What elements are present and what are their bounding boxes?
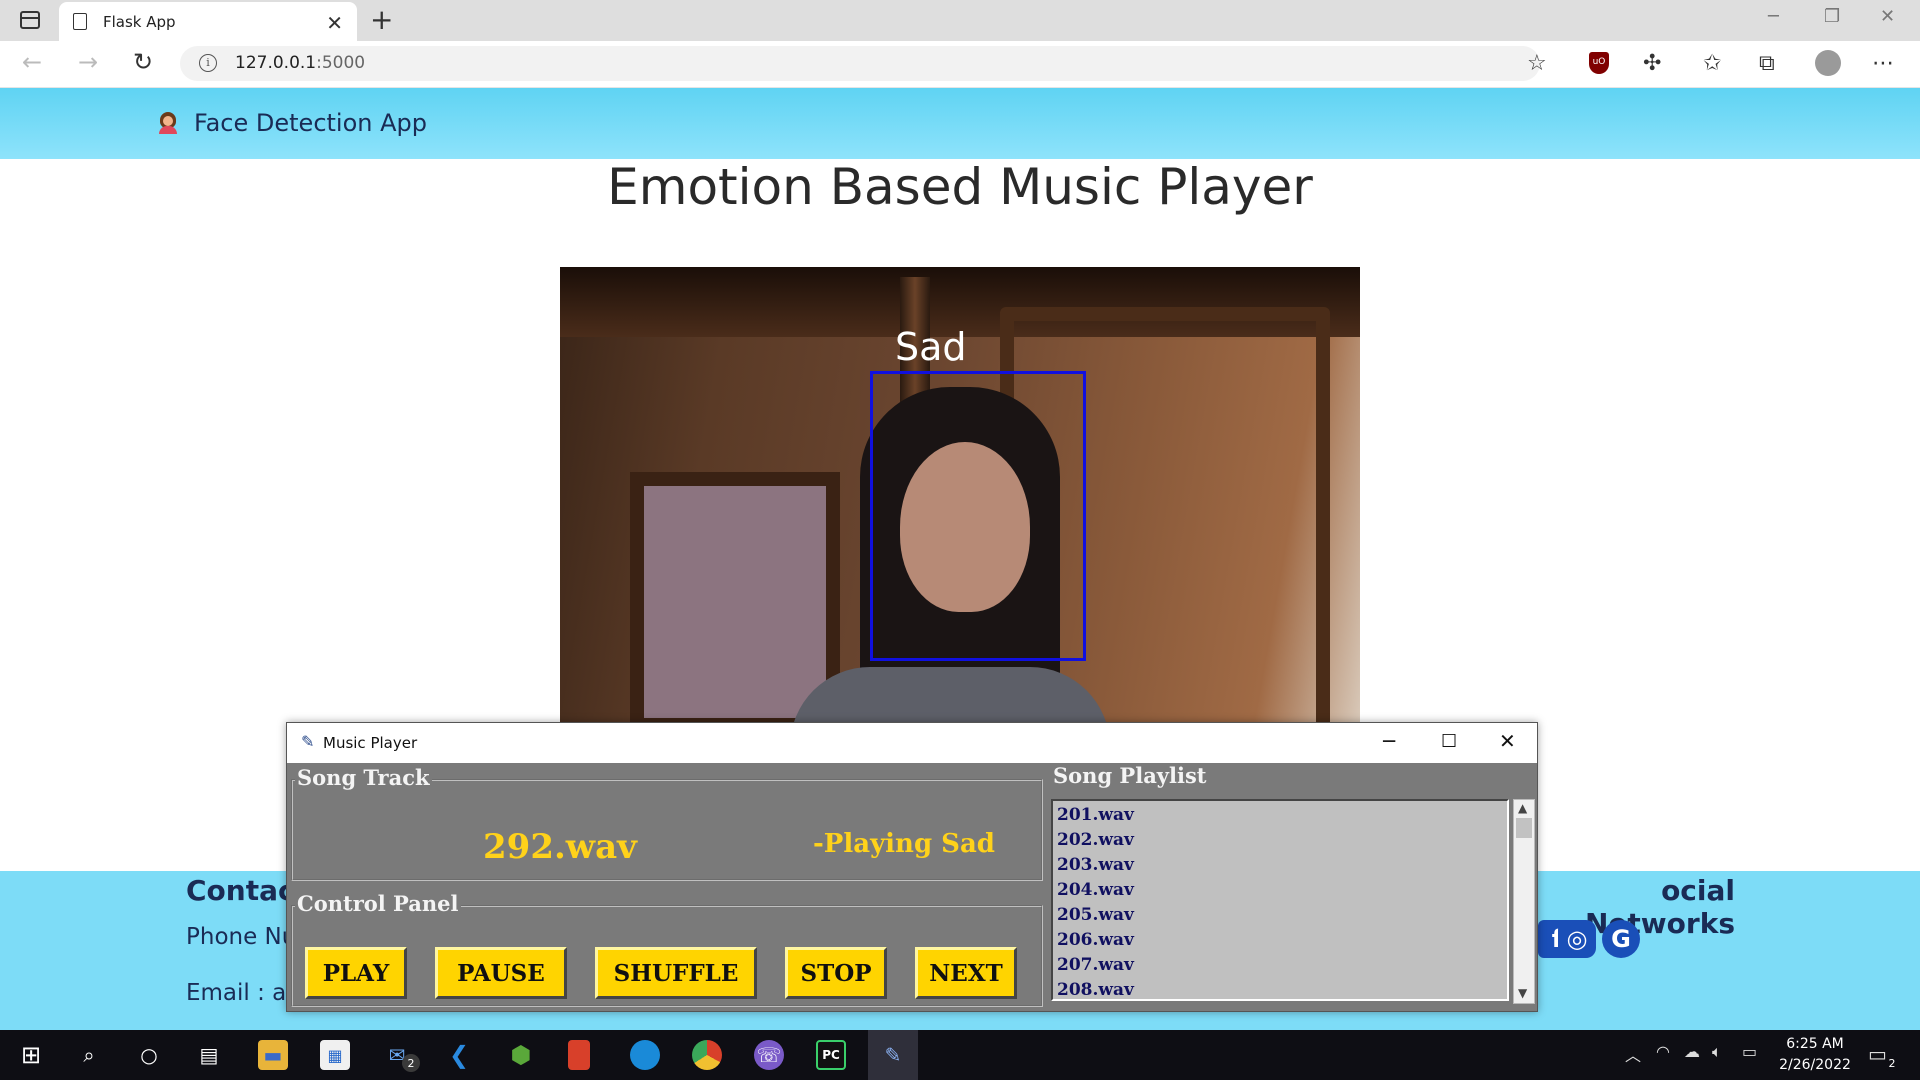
viber-icon[interactable]: ☏ bbox=[754, 1040, 784, 1070]
next-button[interactable]: NEXT bbox=[915, 947, 1017, 999]
playlist-item[interactable]: 208.wav bbox=[1057, 980, 1134, 1000]
tk-feather-icon: ✎ bbox=[301, 732, 315, 751]
woman-icon bbox=[158, 112, 178, 134]
brand-title: Face Detection App bbox=[194, 109, 428, 137]
battery-icon[interactable]: ▭ bbox=[1742, 1042, 1757, 1061]
mail-badge: 2 bbox=[402, 1054, 420, 1072]
pycharm-icon[interactable]: PC bbox=[816, 1040, 846, 1070]
profile-icon[interactable] bbox=[1815, 50, 1841, 76]
playlist-listbox[interactable]: 201.wav 202.wav 203.wav 204.wav 205.wav … bbox=[1051, 799, 1509, 1001]
extensions-icon[interactable]: ✣ bbox=[1643, 51, 1661, 76]
forward-icon[interactable]: → bbox=[78, 48, 98, 76]
navbar-brand[interactable]: Face Detection App bbox=[158, 109, 427, 137]
window-title: Music Player bbox=[323, 734, 418, 752]
close-icon[interactable]: ✕ bbox=[1499, 729, 1516, 753]
tab-flask-app[interactable]: Flask App ✕ bbox=[59, 2, 357, 41]
playlist-item[interactable]: 206.wav bbox=[1057, 930, 1134, 950]
playlist-item[interactable]: 204.wav bbox=[1057, 880, 1134, 900]
person-body bbox=[790, 667, 1110, 722]
playlist-scrollbar[interactable]: ▲ ▼ bbox=[1513, 799, 1535, 1004]
music-player-window: ✎ Music Player ─ ☐ ✕ Song Track 292.wav … bbox=[286, 722, 1538, 1012]
start-icon[interactable]: ⊞ bbox=[16, 1040, 46, 1070]
playlist-item[interactable]: 205.wav bbox=[1057, 905, 1134, 925]
song-track-frame: Song Track 292.wav -Playing Sad bbox=[291, 765, 1043, 881]
scroll-down-icon[interactable]: ▼ bbox=[1518, 986, 1527, 1000]
phone-text: Phone Nu bbox=[186, 924, 297, 950]
more-icon[interactable]: ⋯ bbox=[1872, 51, 1894, 76]
music-player-titlebar: ✎ Music Player ─ ☐ ✕ bbox=[287, 723, 1537, 763]
song-track-label: Song Track bbox=[295, 765, 432, 790]
clock-time: 6:25 AM bbox=[1786, 1036, 1844, 1052]
office-icon[interactable] bbox=[568, 1040, 590, 1070]
minimize-icon[interactable]: ─ bbox=[1383, 729, 1395, 753]
playlist-item[interactable]: 202.wav bbox=[1057, 830, 1134, 850]
vscode-icon[interactable]: ❮ bbox=[444, 1040, 474, 1070]
refresh-icon[interactable]: ↻ bbox=[133, 48, 153, 76]
favorites-icon[interactable]: ✩ bbox=[1703, 51, 1721, 76]
playlist-item[interactable]: 207.wav bbox=[1057, 955, 1134, 975]
clock-date: 2/26/2022 bbox=[1779, 1057, 1851, 1073]
python-tk-icon[interactable]: ✎ bbox=[878, 1040, 908, 1070]
url-text[interactable]: 127.0.0.1:5000 bbox=[235, 53, 365, 73]
file-explorer-icon[interactable]: ▬ bbox=[258, 1040, 288, 1070]
close-window-icon[interactable]: ✕ bbox=[1880, 6, 1895, 27]
cortana-icon[interactable]: ○ bbox=[134, 1040, 164, 1070]
tab-title: Flask App bbox=[103, 12, 176, 31]
add-favorite-icon[interactable]: ☆ bbox=[1527, 51, 1547, 76]
search-icon[interactable]: ⌕ bbox=[74, 1040, 104, 1070]
back-icon[interactable]: ← bbox=[22, 48, 42, 76]
stop-button[interactable]: STOP bbox=[785, 947, 887, 999]
current-track: 292.wav bbox=[483, 827, 637, 867]
webcam-feed: Sad bbox=[560, 267, 1360, 722]
scroll-up-icon[interactable]: ▲ bbox=[1518, 801, 1527, 815]
minimize-icon[interactable]: ─ bbox=[1768, 6, 1779, 27]
edge-icon[interactable] bbox=[630, 1040, 660, 1070]
sidebar-icon[interactable] bbox=[20, 11, 40, 29]
google-icon[interactable]: G bbox=[1602, 920, 1640, 958]
chrome-icon[interactable] bbox=[692, 1040, 722, 1070]
task-view-icon[interactable]: ▤ bbox=[194, 1040, 224, 1070]
email-text: Email : as bbox=[186, 980, 299, 1006]
network-icon[interactable]: ◠ bbox=[1656, 1042, 1670, 1061]
ublock-icon[interactable]: uO bbox=[1589, 52, 1609, 74]
store-icon[interactable]: ▦ bbox=[320, 1040, 350, 1070]
control-panel-frame: Control Panel PLAY PAUSE SHUFFLE STOP NE… bbox=[291, 891, 1043, 1007]
page-icon bbox=[73, 13, 87, 30]
onedrive-icon[interactable]: ☁ bbox=[1684, 1042, 1700, 1061]
pause-button[interactable]: PAUSE bbox=[435, 947, 567, 999]
face-detection-box bbox=[870, 371, 1086, 661]
track-status: -Playing Sad bbox=[813, 829, 995, 859]
song-playlist-frame: Song Playlist 201.wav 202.wav 203.wav 20… bbox=[1045, 763, 1535, 1009]
close-tab-icon[interactable]: ✕ bbox=[326, 11, 343, 35]
shuffle-button[interactable]: SHUFFLE bbox=[595, 947, 757, 999]
new-tab-icon[interactable]: + bbox=[370, 3, 393, 36]
scroll-thumb[interactable] bbox=[1516, 818, 1532, 838]
play-button[interactable]: PLAY bbox=[305, 947, 407, 999]
info-icon[interactable]: i bbox=[199, 54, 217, 72]
nodejs-icon[interactable]: ⬢ bbox=[506, 1040, 536, 1070]
notification-badge: 2 bbox=[1884, 1056, 1900, 1072]
show-hidden-icons[interactable]: ︿ bbox=[1625, 1042, 1641, 1066]
playlist-item[interactable]: 203.wav bbox=[1057, 855, 1134, 875]
collections-icon[interactable]: ⧉ bbox=[1759, 51, 1775, 76]
clock[interactable]: 6:25 AM 2/26/2022 bbox=[1765, 1034, 1865, 1076]
url-input[interactable] bbox=[180, 46, 1540, 81]
maximize-icon[interactable]: ☐ bbox=[1441, 731, 1457, 752]
control-panel-label: Control Panel bbox=[295, 891, 461, 916]
emotion-label: Sad bbox=[895, 325, 967, 369]
page-title: Emotion Based Music Player bbox=[607, 158, 1313, 216]
playlist-item[interactable]: 201.wav bbox=[1057, 805, 1134, 825]
restore-icon[interactable]: ❐ bbox=[1824, 6, 1840, 27]
volume-icon[interactable]: 🔈︎ bbox=[1712, 1042, 1722, 1062]
instagram-icon[interactable]: ◎ bbox=[1558, 920, 1596, 958]
song-playlist-label: Song Playlist bbox=[1051, 763, 1209, 788]
